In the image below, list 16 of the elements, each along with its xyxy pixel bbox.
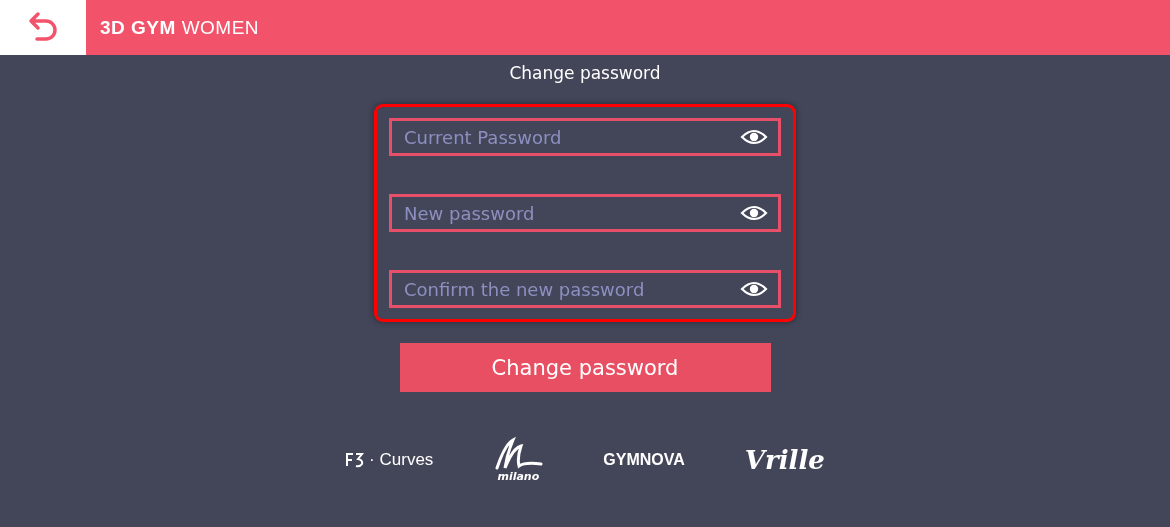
vrille-logo: Vrille [744, 444, 825, 475]
brand-logo: 3D GYM WOMEN [100, 16, 260, 39]
milano-logo: milano [497, 470, 540, 483]
password-field[interactable]: Current Password [389, 118, 781, 156]
password-field[interactable]: New password [389, 194, 781, 232]
change-password-button[interactable]: Change password [399, 343, 771, 392]
curves-mark-icon [345, 451, 366, 468]
back-button[interactable] [0, 0, 86, 55]
curves-logo: · Curves [369, 449, 434, 470]
eye-icon[interactable] [740, 128, 768, 146]
eye-icon[interactable] [740, 280, 768, 298]
password-field[interactable]: Confirm the new password [389, 270, 781, 308]
page-title: Change password [509, 63, 661, 85]
gymnova-logo: GYMNOVA [603, 450, 685, 469]
m-mark-icon [493, 436, 544, 470]
eye-icon[interactable] [740, 204, 768, 222]
